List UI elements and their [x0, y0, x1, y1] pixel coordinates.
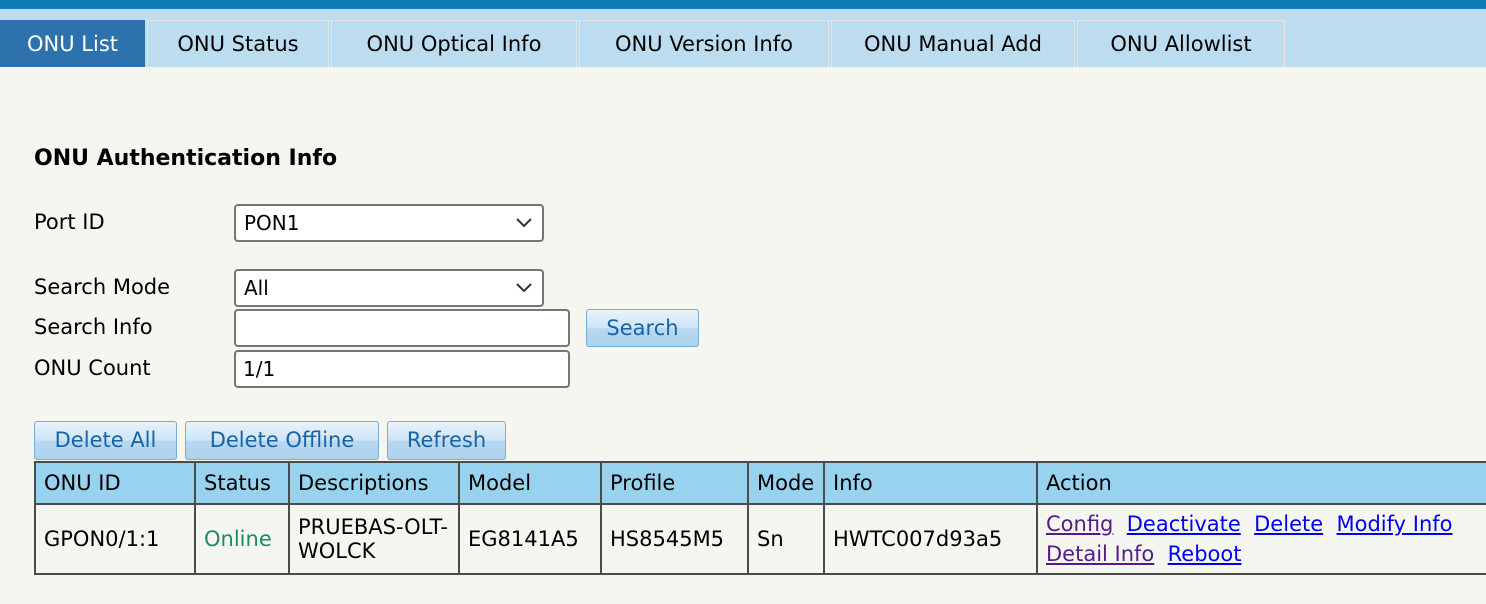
onu-table: ONU ID Status Descriptions Model Profile… [34, 461, 1486, 575]
cell-mode: Sn [748, 504, 824, 574]
tab-onu-status[interactable]: ONU Status [147, 20, 329, 67]
search-info-input[interactable] [234, 309, 570, 347]
col-info: Info [824, 462, 1037, 504]
cell-profile: HS8545M5 [601, 504, 748, 574]
chevron-down-icon [516, 206, 532, 240]
action-link-detail-info[interactable]: Detail Info [1046, 542, 1154, 566]
tab-label: ONU Allowlist [1110, 32, 1251, 56]
tab-label: ONU Optical Info [367, 32, 542, 56]
tab-onu-allowlist[interactable]: ONU Allowlist [1077, 20, 1285, 67]
col-onu-id: ONU ID [35, 462, 195, 504]
cell-info: HWTC007d93a5 [824, 504, 1037, 574]
onu-count-input[interactable]: 1/1 [234, 350, 570, 388]
col-profile: Profile [601, 462, 748, 504]
search-mode-select[interactable]: All [234, 269, 544, 307]
table-header-row: ONU ID Status Descriptions Model Profile… [35, 462, 1486, 504]
cell-status: Online [195, 504, 289, 574]
main-content: ONU Authentication Info Port ID PON1 Sea… [0, 128, 1486, 604]
tab-onu-manual-add[interactable]: ONU Manual Add [831, 20, 1075, 67]
cell-action: Config Deactivate Delete Modify Info Det… [1037, 504, 1486, 574]
col-action: Action [1037, 462, 1486, 504]
search-mode-value: All [244, 276, 269, 300]
table-row: GPON0/1:1 Online PRUEBAS-OLT-WOLCK EG814… [35, 504, 1486, 574]
search-mode-label: Search Mode [34, 275, 170, 299]
search-info-label: Search Info [34, 315, 153, 339]
page-title: ONU Authentication Info [34, 146, 337, 171]
tab-onu-optical-info[interactable]: ONU Optical Info [331, 20, 577, 67]
action-link-modify-info[interactable]: Modify Info [1337, 512, 1453, 536]
cell-onu-id: GPON0/1:1 [35, 504, 195, 574]
col-descriptions: Descriptions [289, 462, 459, 504]
port-id-value: PON1 [244, 211, 300, 235]
col-model: Model [459, 462, 601, 504]
delete-all-button[interactable]: Delete All [34, 421, 177, 460]
action-link-reboot[interactable]: Reboot [1168, 542, 1242, 566]
port-id-select[interactable]: PON1 [234, 204, 544, 242]
col-mode: Mode [748, 462, 824, 504]
chevron-down-icon [516, 271, 532, 305]
col-status: Status [195, 462, 289, 504]
action-link-config[interactable]: Config [1046, 512, 1113, 536]
action-link-deactivate[interactable]: Deactivate [1127, 512, 1241, 536]
delete-offline-button[interactable]: Delete Offline [185, 421, 379, 460]
tab-strip-secondary: ONU Statistics [0, 67, 1486, 127]
tab-onu-version-info[interactable]: ONU Version Info [579, 20, 829, 67]
cell-descriptions: PRUEBAS-OLT-WOLCK [289, 504, 459, 574]
onu-count-label: ONU Count [34, 356, 151, 380]
cell-model: EG8141A5 [459, 504, 601, 574]
refresh-button[interactable]: Refresh [387, 421, 506, 460]
top-accent-bar [0, 0, 1486, 9]
tab-label: ONU Status [177, 32, 298, 56]
tab-label: ONU List [27, 32, 118, 56]
tab-onu-list[interactable]: ONU List [0, 20, 145, 67]
port-id-label: Port ID [34, 210, 105, 234]
action-link-delete[interactable]: Delete [1254, 512, 1323, 536]
tab-label: ONU Version Info [615, 32, 793, 56]
tab-label: ONU Manual Add [864, 32, 1042, 56]
tab-strip: ONU List ONU Status ONU Optical Info ONU… [0, 9, 1486, 67]
search-button[interactable]: Search [586, 309, 699, 347]
